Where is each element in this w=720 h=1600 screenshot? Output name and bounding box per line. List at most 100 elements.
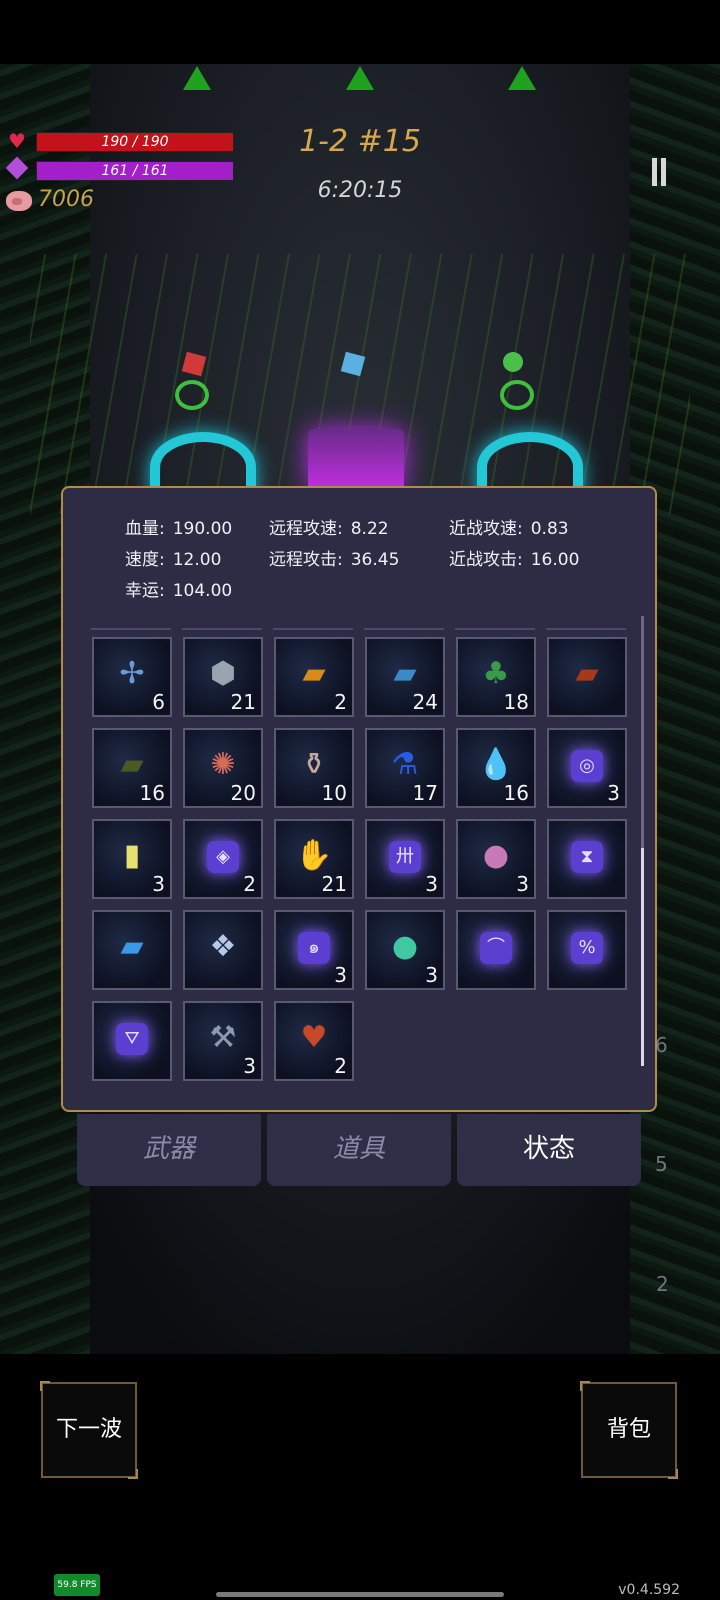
tab-status[interactable]: 状态 [457,1114,641,1186]
tab-items[interactable]: 道具 [267,1114,451,1186]
item-slot[interactable]: ▰ [92,910,172,990]
item-slot[interactable]: ⌒ [456,910,536,990]
stat-speed: 速度: 12.00 [125,545,221,570]
item-slot[interactable]: ▰ 16 [92,728,172,808]
spawn-arrow-center [346,66,374,90]
item-slot[interactable]: ▮ 3 [92,819,172,899]
skull-book-icon: ▰ [575,655,599,691]
item-slot[interactable]: 卅3 [365,819,445,899]
vase-icon: ⚱ [301,746,327,782]
stat-label: 近战攻击: [449,550,523,570]
item-slot[interactable]: ✋ 21 [274,819,354,899]
item-slot[interactable]: ♣ 18 [456,637,536,717]
stat-value: 104.00 [172,581,233,601]
stat-label: 远程攻击: [269,550,343,570]
clover-icon: ♣ [482,655,510,691]
item-slot[interactable]: ● 3 [365,910,445,990]
item-count: 3 [425,872,438,896]
version-label: v0.4.592 [618,1582,680,1598]
game-timer: 6:20:15 [317,178,403,203]
item-count: 20 [230,781,256,805]
item-slot[interactable]: ▰ [547,637,627,717]
stat-luck: 幸运: 104.00 [125,576,232,601]
stat-hp: 血量: 190.00 [125,514,232,539]
yellow-card-icon: ▮ [123,837,141,873]
item-slot[interactable]: ♥ 2 [274,1001,354,1081]
item-slot[interactable]: ๑3 [274,910,354,990]
backpack-button[interactable]: 背包 [580,1381,678,1479]
item-slot[interactable]: ⚗ 17 [365,728,445,808]
stat-value: 12.00 [172,550,222,570]
curve-rune-icon: ⌒ [480,932,512,964]
item-count: 3 [334,963,347,987]
spiky-skull-icon: ✺ [210,746,236,782]
item-count: 6 [152,690,165,714]
side-counter: 5 [655,1152,668,1176]
triangle-rune-icon: ⛛ [116,1023,148,1055]
item-slot[interactable]: 💧 16 [456,728,536,808]
item-count: 24 [412,690,438,714]
stat-label: 远程攻速: [269,519,343,539]
level-indicator: 1-2 #15 [299,124,421,159]
side-counter: 2 [656,1272,669,1296]
item-slot[interactable]: ✢ 6 [92,637,172,717]
item-count: 10 [321,781,347,805]
green-skull-book-icon: ▰ [120,746,144,782]
water-drop-icon: 💧 [477,746,515,782]
stat-label: 幸运: [125,581,165,601]
item-count: 3 [516,872,529,896]
item-count: 16 [503,781,529,805]
item-count: 21 [321,872,347,896]
blue-book-icon: ▰ [393,655,417,691]
item-slot[interactable]: ▰ 2 [274,637,354,717]
triangle-book-icon: ▰ [120,928,144,964]
stat-label: 速度: [125,550,165,570]
panel-tabs: 武器 道具 状态 [77,1114,643,1186]
stat-melee-attack: 近战攻击: 16.00 [449,545,579,570]
status-panel: 血量: 190.00 速度: 12.00 幸运: 104.00 远程攻速: 8.22 远… [61,486,657,1112]
item-count: 18 [503,690,529,714]
stat-value: 8.22 [350,519,389,539]
tab-weapons[interactable]: 武器 [77,1114,261,1186]
item-slot[interactable]: ▰ 24 [365,637,445,717]
percent-rune-icon: % [571,932,603,964]
grid-divider [91,628,631,630]
item-count: 16 [139,781,165,805]
stat-label: 血量: [125,519,165,539]
item-slot[interactable]: % [547,910,627,990]
stat-melee-attack-speed: 近战攻速: 0.83 [449,514,569,539]
item-slot[interactable]: ✺ 20 [183,728,263,808]
gloves-icon: ✋ [295,837,333,873]
purple-altar [308,429,404,489]
stat-value: 16.00 [530,550,580,570]
stat-label: 近战攻速: [449,519,523,539]
pause-button[interactable] [650,158,668,186]
item-slot[interactable]: ❖ [183,910,263,990]
stone-icon: ⬢ [209,655,237,691]
blue-potion-icon: ⚗ [391,746,419,782]
spawn-arrow-right [508,66,536,90]
scrollbar-thumb[interactable] [641,848,644,1066]
ring-right [500,380,534,410]
stat-value: 190.00 [172,519,233,539]
next-wave-button[interactable]: 下一波 [40,1381,138,1479]
item-count: 2 [334,1054,347,1078]
fire-book-icon: ▰ [302,655,326,691]
hourglass-rune-icon: ⧗ [571,841,603,873]
item-slot[interactable]: ◎ 3 [547,728,627,808]
item-slot[interactable]: ⬢ 21 [183,637,263,717]
item-slot[interactable]: ⧗ [547,819,627,899]
spiral-rune-icon: ◎ [571,750,603,782]
stat-value: 0.83 [530,519,569,539]
item-count: 2 [334,690,347,714]
item-slot[interactable]: ◈ 2 [183,819,263,899]
item-slot[interactable]: ⛛ [92,1001,172,1081]
eye-rune-icon: ◈ [207,841,239,873]
home-indicator[interactable] [216,1592,504,1597]
item-slot[interactable]: ● 3 [456,819,536,899]
item-slot[interactable]: ⚱ 10 [274,728,354,808]
item-slot[interactable]: ⚒ 3 [183,1001,263,1081]
rainbow-orb-icon: ● [391,928,419,964]
crystal-shard-icon: ❖ [209,928,237,964]
stat-ranged-attack-speed: 远程攻速: 8.22 [269,514,389,539]
